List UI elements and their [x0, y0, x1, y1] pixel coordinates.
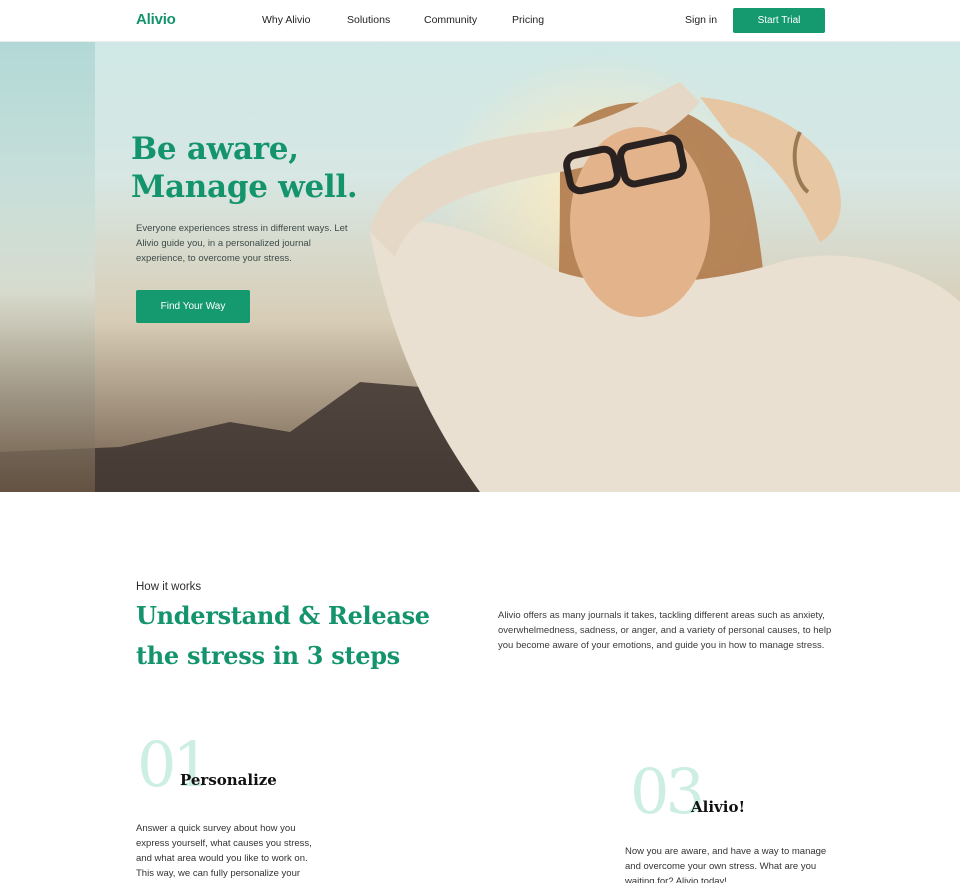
how-it-works-title: Understand & Release the stress in 3 ste… [136, 596, 430, 676]
how-title-line-1: Understand & Release [136, 601, 430, 630]
step-title: Personalize [180, 771, 277, 789]
nav-link-solutions[interactable]: Solutions [347, 14, 390, 26]
top-navbar: Alivio Why Alivio Solutions Community Pr… [0, 0, 960, 42]
hero-subtitle: Everyone experiences stress in different… [136, 223, 348, 264]
hero-section: Be aware, Manage well. Everyone experien… [0, 42, 960, 492]
nav-link-pricing[interactable]: Pricing [512, 14, 544, 26]
step-text: Answer a quick survey about how you expr… [136, 823, 312, 879]
hero-left-overlay [0, 42, 95, 492]
hero-photo [0, 82, 960, 492]
hero-title-line-2: Manage well. [131, 169, 358, 205]
nav-link-why-alivio[interactable]: Why Alivio [262, 14, 310, 26]
hero-title: Be aware, Manage well. [131, 130, 358, 206]
how-it-works-kicker: How it works [136, 581, 202, 593]
nav-link-community[interactable]: Community [424, 14, 477, 26]
step-text: Now you are aware, and have a way to man… [625, 846, 827, 883]
find-your-way-button[interactable]: Find Your Way [136, 290, 250, 323]
how-it-works-description: Alivio offers as many journals it takes,… [498, 610, 832, 651]
hero-title-line-1: Be aware, [131, 131, 299, 167]
brand-logo[interactable]: Alivio [136, 11, 176, 28]
hero-photo-face [570, 127, 710, 317]
step-title: Alivio! [691, 798, 746, 816]
how-title-line-2: the stress in 3 steps [136, 641, 400, 670]
start-trial-button[interactable]: Start Trial [733, 8, 825, 33]
sign-in-link[interactable]: Sign in [685, 14, 717, 26]
